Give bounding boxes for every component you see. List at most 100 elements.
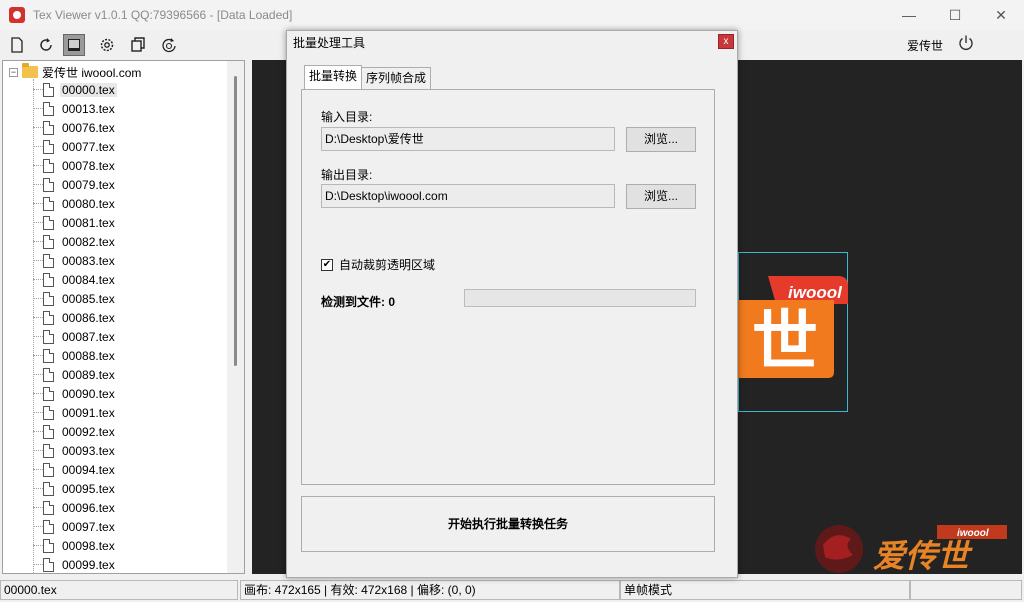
tree-file-label: 00013.tex bbox=[62, 101, 115, 116]
tree-file-item[interactable]: 00099.tex bbox=[33, 555, 117, 573]
tree-file-label: 00094.tex bbox=[62, 462, 115, 477]
tree-file-item[interactable]: 00090.tex bbox=[33, 384, 117, 403]
tree-file-item[interactable]: 00085.tex bbox=[33, 289, 117, 308]
tree-file-item[interactable]: 00095.tex bbox=[33, 479, 117, 498]
file-icon bbox=[43, 253, 54, 268]
tree-file-item[interactable]: 00092.tex bbox=[33, 422, 117, 441]
dialog-close-button[interactable]: x bbox=[718, 34, 734, 49]
minimize-button[interactable]: — bbox=[886, 0, 932, 30]
auto-crop-label: 自动裁剪透明区域 bbox=[339, 258, 436, 272]
input-dir-field[interactable]: D:\Desktop\爱传世 bbox=[321, 127, 615, 151]
tree-file-label: 00095.tex bbox=[62, 481, 115, 496]
dialog-tabs: 批量转换 序列帧合成 bbox=[304, 65, 432, 89]
tree-branch-line bbox=[33, 355, 43, 356]
tree-file-label: 00092.tex bbox=[62, 424, 115, 439]
tree-file-item[interactable]: 00086.tex bbox=[33, 308, 117, 327]
tree-file-item[interactable]: 00079.tex bbox=[33, 175, 117, 194]
texture-logo-text: iwoool bbox=[788, 283, 843, 302]
scrollbar-thumb[interactable] bbox=[234, 76, 237, 366]
tree-file-item[interactable]: 00000.tex bbox=[33, 80, 117, 99]
tree-file-label: 00080.tex bbox=[62, 196, 115, 211]
tree-branch-line bbox=[33, 184, 43, 185]
tab-sequence-merge[interactable]: 序列帧合成 bbox=[361, 67, 432, 89]
tree-file-item[interactable]: 00097.tex bbox=[33, 517, 117, 536]
tree-scrollbar[interactable] bbox=[227, 61, 244, 573]
browse-input-button[interactable]: 浏览... bbox=[626, 127, 696, 152]
tab-batch-convert[interactable]: 批量转换 bbox=[304, 65, 363, 89]
texture-logo-glyph: 世 bbox=[752, 303, 818, 380]
tree-file-item[interactable]: 00098.tex bbox=[33, 536, 117, 555]
browse-output-button[interactable]: 浏览... bbox=[626, 184, 696, 209]
tree-file-label: 00093.tex bbox=[62, 443, 115, 458]
tree-file-item[interactable]: 00077.tex bbox=[33, 137, 117, 156]
tree-file-item[interactable]: 00078.tex bbox=[33, 156, 117, 175]
tree-branch-line bbox=[33, 412, 43, 413]
file-icon bbox=[43, 348, 54, 363]
tree-branch-line bbox=[33, 127, 43, 128]
collapse-toggle-icon[interactable]: − bbox=[9, 67, 18, 77]
tree-file-label: 00079.tex bbox=[62, 177, 115, 192]
folder-icon bbox=[22, 63, 38, 78]
copy-icon[interactable] bbox=[127, 34, 149, 56]
file-icon bbox=[43, 481, 54, 496]
file-tree[interactable]: − 爱传世 iwoool.com 00000.tex 00013.tex 00076… bbox=[2, 60, 245, 574]
status-bar: 00000.tex 画布: 472x165 | 有效: 472x168 | 偏移… bbox=[0, 578, 1024, 602]
history-icon[interactable] bbox=[158, 34, 180, 56]
view-mode-icon[interactable] bbox=[63, 34, 85, 56]
tree-file-label: 00098.tex bbox=[62, 538, 115, 553]
file-icon bbox=[43, 234, 54, 249]
tree-file-item[interactable]: 00080.tex bbox=[33, 194, 117, 213]
tree-file-label: 00000.tex bbox=[60, 82, 117, 97]
auto-crop-option[interactable]: ✔ 自动裁剪透明区域 bbox=[321, 256, 435, 273]
status-file: 00000.tex bbox=[0, 580, 238, 600]
output-dir-field[interactable]: D:\Desktop\iwoool.com bbox=[321, 184, 615, 208]
tree-file-item[interactable]: 00094.tex bbox=[33, 460, 117, 479]
tree-file-item[interactable]: 00096.tex bbox=[33, 498, 117, 517]
detected-files-label: 检测到文件: 0 bbox=[321, 295, 396, 309]
file-icon bbox=[43, 462, 54, 477]
tree-file-item[interactable]: 00082.tex bbox=[33, 232, 117, 251]
status-extra bbox=[910, 580, 1022, 600]
output-dir-label: 输出目录: bbox=[321, 168, 373, 182]
tree-file-item[interactable]: 00084.tex bbox=[33, 270, 117, 289]
file-icon bbox=[43, 386, 54, 401]
start-batch-button[interactable]: 开始执行批量转换任务 bbox=[301, 496, 715, 552]
tree-file-item[interactable]: 00091.tex bbox=[33, 403, 117, 422]
refresh-icon[interactable] bbox=[35, 34, 57, 56]
tree-file-item[interactable]: 00088.tex bbox=[33, 346, 117, 365]
tree-file-label: 00076.tex bbox=[62, 120, 115, 135]
file-icon bbox=[43, 158, 54, 173]
file-icon bbox=[43, 405, 54, 420]
tree-branch-line bbox=[33, 431, 43, 432]
tree-file-item[interactable]: 00076.tex bbox=[33, 118, 117, 137]
file-icon bbox=[43, 215, 54, 230]
tree-file-label: 00077.tex bbox=[62, 139, 115, 154]
tree-file-label: 00084.tex bbox=[62, 272, 115, 287]
tree-file-item[interactable]: 00093.tex bbox=[33, 441, 117, 460]
tree-branch-line bbox=[33, 545, 43, 546]
tree-branch-line bbox=[33, 488, 43, 489]
file-icon bbox=[43, 139, 54, 154]
maximize-button[interactable]: ☐ bbox=[932, 0, 978, 30]
tab-panel: 输入目录: D:\Desktop\爱传世 浏览... 输出目录: D:\Desk… bbox=[301, 89, 715, 485]
file-icon bbox=[43, 519, 54, 534]
tree-root[interactable]: − 爱传世 iwoool.com bbox=[9, 63, 141, 80]
file-icon bbox=[43, 424, 54, 439]
watermark-text: 爱传世 bbox=[873, 537, 973, 574]
tree-file-label: 00089.tex bbox=[62, 367, 115, 382]
power-icon[interactable] bbox=[956, 33, 976, 53]
tree-branch-line bbox=[33, 241, 43, 242]
tree-file-item[interactable]: 00013.tex bbox=[33, 99, 117, 118]
tree-items: 00000.tex 00013.tex 00076.tex 00077.tex 0007… bbox=[33, 80, 117, 573]
file-icon bbox=[43, 538, 54, 553]
new-file-icon[interactable] bbox=[6, 34, 28, 56]
tree-file-label: 00081.tex bbox=[62, 215, 115, 230]
tree-file-item[interactable]: 00087.tex bbox=[33, 327, 117, 346]
tree-file-item[interactable]: 00083.tex bbox=[33, 251, 117, 270]
tree-file-item[interactable]: 00089.tex bbox=[33, 365, 117, 384]
title-bar: Tex Viewer v1.0.1 QQ:79396566 - [Data Lo… bbox=[0, 0, 1024, 30]
settings-icon[interactable] bbox=[96, 34, 118, 56]
tree-file-item[interactable]: 00081.tex bbox=[33, 213, 117, 232]
auto-crop-checkbox[interactable]: ✔ bbox=[321, 258, 333, 271]
close-button[interactable]: ✕ bbox=[978, 0, 1024, 30]
